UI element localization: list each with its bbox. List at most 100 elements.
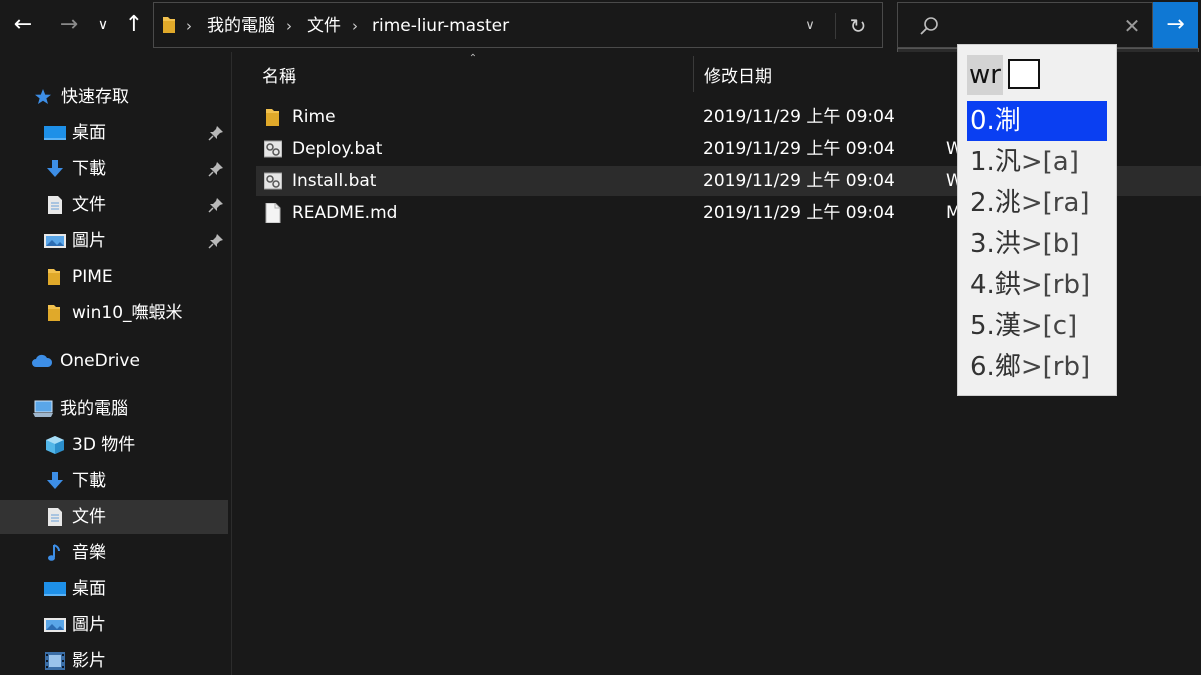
document-icon <box>48 196 62 214</box>
candidate-hint: >[c] <box>1020 311 1078 341</box>
file-modified-date: 2019/11/29 上午 09:04 <box>703 203 895 223</box>
address-history-dropdown[interactable]: ∨ <box>798 13 822 39</box>
ime-candidate[interactable]: 5.漢>[c] <box>967 306 1107 346</box>
music-icon <box>48 544 60 561</box>
desktop-icon <box>44 582 66 596</box>
sidebar-item-pictures[interactable]: 圖片 <box>0 608 228 642</box>
refresh-button[interactable]: ↻ <box>844 11 872 41</box>
sidebar-item-documents[interactable]: 文件 <box>0 500 228 534</box>
ime-candidate[interactable]: 6.鄉>[rb] <box>967 347 1107 387</box>
candidate-index: 4. <box>970 270 995 300</box>
column-header-modified[interactable]: 修改日期 <box>704 62 772 87</box>
file-name: Install.bat <box>292 171 377 191</box>
ime-candidate[interactable]: 4.鉷>[rb] <box>967 265 1107 305</box>
address-divider <box>835 13 836 39</box>
column-header-name[interactable]: 名稱 <box>262 62 296 87</box>
file-explorer-window: ← → ∨ ↑ › 我的電腦 › 文件 › rime-liur-master ∨… <box>0 0 1201 675</box>
picture-icon <box>44 234 66 248</box>
column-resize-handle[interactable] <box>693 56 694 92</box>
sidebar-item-downloads-pinned[interactable]: 下載 <box>0 152 228 186</box>
file-name: Deploy.bat <box>292 139 383 159</box>
file-icon <box>265 203 281 223</box>
candidate-char: 汎 <box>994 147 1021 177</box>
sidebar-item-desktop-pinned[interactable]: 桌面 <box>0 116 228 150</box>
sidebar-item-this-pc[interactable]: 我的電腦 <box>0 392 228 426</box>
sidebar-item-videos[interactable]: 影片 <box>0 644 228 675</box>
sidebar-item-label: PIME <box>72 267 113 287</box>
sort-ascending-icon: ⌃ <box>468 53 478 64</box>
candidate-index: 2. <box>970 188 995 218</box>
sidebar-item-pictures-pinned[interactable]: 圖片 <box>0 224 228 258</box>
search-input[interactable] <box>950 13 1110 39</box>
sidebar-item-pime[interactable]: PIME <box>0 260 228 294</box>
sidebar-item-music[interactable]: 音樂 <box>0 536 228 570</box>
breadcrumb-documents[interactable]: 文件 <box>307 15 341 37</box>
sidebar-item-win10-liu[interactable]: win10_嘸蝦米 <box>0 296 228 330</box>
address-bar[interactable]: › 我的電腦 › 文件 › rime-liur-master ∨ ↻ <box>153 2 883 48</box>
video-icon <box>45 652 65 670</box>
forward-button[interactable]: → <box>54 8 84 42</box>
search-submit-button[interactable]: → <box>1153 2 1198 48</box>
recent-locations-button[interactable]: ∨ <box>92 8 114 42</box>
pin-icon[interactable] <box>207 160 225 178</box>
sidebar-item-label: 我的電腦 <box>60 399 128 419</box>
ime-candidate[interactable]: 0.淛 <box>967 101 1107 141</box>
sidebar-item-label: 影片 <box>72 651 106 671</box>
search-icon <box>920 17 938 35</box>
folder-icon <box>48 269 60 285</box>
folder-icon <box>266 109 279 126</box>
sidebar-item-onedrive[interactable]: OneDrive <box>0 344 228 378</box>
candidate-hint: >[b] <box>1020 229 1080 259</box>
computer-icon <box>33 400 53 417</box>
clear-search-button[interactable]: ✕ <box>1120 13 1144 39</box>
candidate-index: 6. <box>970 352 995 382</box>
sidebar-item-label: 音樂 <box>72 543 106 563</box>
sidebar-item-desktop[interactable]: 桌面 <box>0 572 228 606</box>
file-modified-date: 2019/11/29 上午 09:04 <box>703 107 895 127</box>
ime-candidate[interactable]: 3.洪>[b] <box>967 224 1107 264</box>
pin-icon[interactable] <box>207 232 225 250</box>
breadcrumb-my-computer[interactable]: 我的電腦 <box>207 15 275 37</box>
candidate-hint: >[rb] <box>1020 270 1091 300</box>
up-button[interactable]: ↑ <box>120 8 148 42</box>
candidate-index: 5. <box>970 311 995 341</box>
breadcrumb-separator: › <box>286 17 292 35</box>
sidebar-item-label: 圖片 <box>72 615 106 635</box>
candidate-char: 洪 <box>994 229 1021 259</box>
sidebar-item-label: 桌面 <box>72 579 106 599</box>
sidebar-item-label: 文件 <box>72 195 106 215</box>
ime-caret-box <box>1008 59 1040 89</box>
search-box[interactable]: ✕ <box>897 2 1153 48</box>
cloud-icon <box>32 354 53 367</box>
sidebar-item-downloads[interactable]: 下載 <box>0 464 228 498</box>
file-name: README.md <box>292 203 398 223</box>
pin-icon[interactable] <box>207 124 225 142</box>
sidebar-item-label: 桌面 <box>72 123 106 143</box>
breadcrumb-separator: › <box>186 17 192 35</box>
ime-candidate[interactable]: 2.洮>[ra] <box>967 183 1107 223</box>
sidebar-item-documents-pinned[interactable]: 文件 <box>0 188 228 222</box>
folder-icon <box>163 17 175 33</box>
back-button[interactable]: ← <box>8 8 38 42</box>
sidebar-item-label: 下載 <box>72 471 106 491</box>
ime-composition-text: wr <box>967 55 1003 95</box>
candidate-hint: >[ra] <box>1020 188 1090 218</box>
download-icon <box>47 472 63 489</box>
batch-file-icon <box>264 140 282 158</box>
sidebar-item-3d-objects[interactable]: 3D 物件 <box>0 428 228 462</box>
sidebar-item-label: 快速存取 <box>61 87 129 107</box>
picture-icon <box>44 618 66 632</box>
breadcrumb-separator: › <box>352 17 358 35</box>
breadcrumb-current-folder[interactable]: rime-liur-master <box>372 15 509 37</box>
file-modified-date: 2019/11/29 上午 09:04 <box>703 171 895 191</box>
sidebar-item-label: win10_嘸蝦米 <box>72 303 183 323</box>
sidebar-item-label: 圖片 <box>72 231 106 251</box>
pin-icon[interactable] <box>207 196 225 214</box>
ime-candidate-window: wr 0.淛 1.汎>[a] 2.洮>[ra] 3.洪>[b] 4.鉷>[rb]… <box>957 44 1117 396</box>
desktop-icon <box>44 126 66 140</box>
ime-candidate[interactable]: 1.汎>[a] <box>967 142 1107 182</box>
sidebar-item-label: OneDrive <box>60 351 140 371</box>
navigation-pane: 快速存取 桌面 下載 文件 圖片 PIME win10_嘸蝦米 OneDrive… <box>0 52 231 675</box>
sidebar-item-label: 下載 <box>72 159 106 179</box>
sidebar-item-quick-access[interactable]: 快速存取 <box>0 80 228 114</box>
